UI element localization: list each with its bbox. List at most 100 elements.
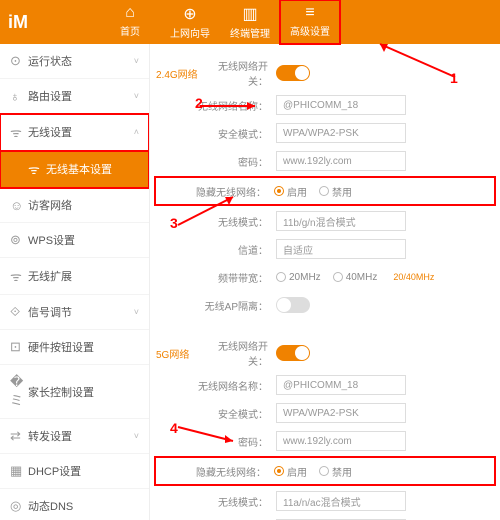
sidebar-icon: ᯤ bbox=[10, 267, 28, 285]
globe-icon: ⊕ bbox=[160, 4, 220, 24]
radio-dot-icon bbox=[276, 272, 286, 282]
chevron-icon: ˅ bbox=[134, 307, 139, 317]
nav-terminals[interactable]: ▥ 终端管理 bbox=[220, 0, 280, 44]
nav-wizard[interactable]: ⊕ 上网向导 bbox=[160, 0, 220, 44]
input-password-5g[interactable] bbox=[276, 431, 406, 451]
sidebar-label: 路由设置 bbox=[28, 88, 72, 104]
annotation-3: 3 bbox=[170, 215, 178, 231]
radio-dot-icon bbox=[333, 272, 343, 282]
label-mode: 无线模式： bbox=[156, 494, 276, 509]
bandwidth-note: 20/40MHz bbox=[393, 272, 434, 282]
select-mode-24g[interactable] bbox=[276, 211, 406, 231]
radio-disable-5g[interactable]: 禁用 bbox=[319, 464, 352, 479]
nav-home[interactable]: ⌂ 首页 bbox=[100, 0, 160, 44]
sidebar-item[interactable]: ⊙运行状态 ˅ bbox=[0, 44, 149, 79]
brand-logo: iM bbox=[0, 12, 50, 33]
sidebar-icon: ▦ bbox=[10, 463, 28, 479]
sidebar-label: 信号调节 bbox=[28, 304, 72, 320]
sidebar: ⊙运行状态˅♁路由设置˅ᯤ无线设置˄ᯤ无线基本设置☺访客网络⊚WPS设置ᯤ无线扩… bbox=[0, 44, 150, 520]
sidebar-item[interactable]: ᯤ无线设置˄ bbox=[0, 114, 149, 151]
sidebar-label: 运行状态 bbox=[28, 53, 72, 69]
radio-dot-icon bbox=[274, 466, 284, 476]
arrow-1 bbox=[370, 42, 460, 82]
sidebar-label: 动态DNS bbox=[28, 498, 73, 514]
sidebar-item[interactable]: �ミ家长控制设置 bbox=[0, 365, 149, 419]
input-ssid-5g[interactable] bbox=[276, 375, 406, 395]
section-title-5g: 5G网络 bbox=[156, 346, 206, 361]
sidebar-icon: ☺ bbox=[10, 198, 28, 213]
radio-40mhz[interactable]: 40MHz bbox=[333, 272, 378, 283]
sidebar-item[interactable]: ⟐信号调节 ˅ bbox=[0, 295, 149, 330]
sidebar-item[interactable]: ⊡硬件按钮设置 bbox=[0, 330, 149, 365]
radio-disable-24g[interactable]: 禁用 bbox=[319, 184, 352, 199]
sidebar-icon: ⊡ bbox=[10, 339, 28, 355]
sidebar-label: 无线基本设置 bbox=[46, 161, 112, 177]
label-channel: 信道： bbox=[156, 242, 276, 257]
sidebar-label: 硬件按钮设置 bbox=[28, 339, 94, 355]
sidebar-icon: ◎ bbox=[10, 498, 28, 514]
nav-advanced[interactable]: ≡ 高级设置 bbox=[280, 0, 340, 44]
nav-label: 高级设置 bbox=[290, 27, 330, 38]
sidebar-label: 家长控制设置 bbox=[28, 384, 94, 400]
select-security-5g[interactable] bbox=[276, 403, 406, 423]
radio-dot-icon bbox=[319, 466, 329, 476]
sidebar-icon: ᯤ bbox=[28, 160, 46, 178]
sidebar-icon: ♁ bbox=[10, 89, 28, 104]
radio-dot-icon bbox=[274, 186, 284, 196]
top-nav: ⌂ 首页 ⊕ 上网向导 ▥ 终端管理 ≡ 高级设置 bbox=[100, 0, 340, 44]
toggle-isolation[interactable] bbox=[276, 297, 310, 313]
nav-label: 上网向导 bbox=[170, 29, 210, 40]
select-mode-5g[interactable] bbox=[276, 491, 406, 511]
sidebar-item[interactable]: ▦DHCP设置 bbox=[0, 454, 149, 489]
sidebar-icon: ⊚ bbox=[10, 232, 28, 248]
select-channel-24g[interactable] bbox=[276, 239, 406, 259]
label-hide: 隐藏无线网络： bbox=[158, 464, 274, 479]
sidebar-item[interactable]: ◎动态DNS bbox=[0, 489, 149, 520]
hide-network-row-5g: 隐藏无线网络： 启用 禁用 bbox=[156, 458, 494, 484]
sidebar-label: WPS设置 bbox=[28, 232, 75, 248]
arrow-4 bbox=[178, 425, 238, 445]
radio-enable-5g[interactable]: 启用 bbox=[274, 464, 307, 479]
sidebar-icon: �ミ bbox=[10, 374, 28, 409]
sidebar-label: DHCP设置 bbox=[28, 463, 81, 479]
chevron-icon: ˅ bbox=[134, 56, 139, 66]
toggle-24g[interactable] bbox=[276, 65, 310, 81]
sidebar-label: 转发设置 bbox=[28, 428, 72, 444]
sidebar-icon: ᯤ bbox=[10, 123, 28, 141]
input-ssid-24g[interactable] bbox=[276, 95, 406, 115]
sidebar-item[interactable]: ⇄转发设置 ˅ bbox=[0, 419, 149, 454]
devices-icon: ▥ bbox=[220, 4, 280, 24]
sidebar-item[interactable]: ᯤ无线扩展 bbox=[0, 258, 149, 295]
sliders-icon: ≡ bbox=[280, 4, 340, 22]
toggle-5g[interactable] bbox=[276, 345, 310, 361]
radio-20mhz[interactable]: 20MHz bbox=[276, 272, 321, 283]
sidebar-item[interactable]: ♁路由设置 ˅ bbox=[0, 79, 149, 114]
arrow-2 bbox=[200, 100, 260, 112]
sidebar-label: 访客网络 bbox=[28, 197, 72, 213]
label-ssid: 无线网络名称： bbox=[156, 378, 276, 393]
nav-label: 首页 bbox=[120, 27, 140, 38]
section-title-24g: 2.4G网络 bbox=[156, 66, 206, 81]
chevron-icon: ˅ bbox=[134, 431, 139, 441]
chevron-icon: ˅ bbox=[134, 91, 139, 101]
label-bandwidth: 频带带宽： bbox=[156, 270, 276, 285]
sidebar-icon: ⊙ bbox=[10, 53, 28, 69]
sidebar-icon: ⟐ bbox=[10, 304, 28, 320]
radio-enable-24g[interactable]: 启用 bbox=[274, 184, 307, 199]
radio-dot-icon bbox=[319, 186, 329, 196]
sidebar-label: 无线扩展 bbox=[28, 268, 72, 284]
chevron-icon: ˄ bbox=[134, 127, 139, 137]
home-icon: ⌂ bbox=[100, 4, 160, 22]
label-isolation: 无线AP隔离： bbox=[156, 298, 276, 313]
select-security-24g[interactable] bbox=[276, 123, 406, 143]
sidebar-item[interactable]: ☺访客网络 bbox=[0, 188, 149, 223]
input-password-24g[interactable] bbox=[276, 151, 406, 171]
nav-label: 终端管理 bbox=[230, 29, 270, 40]
label-security: 安全模式： bbox=[156, 406, 276, 421]
label-switch: 无线网络开关： bbox=[206, 338, 276, 368]
sidebar-icon: ⇄ bbox=[10, 428, 28, 444]
sidebar-item[interactable]: ⊚WPS设置 bbox=[0, 223, 149, 258]
label-password: 密码： bbox=[156, 154, 276, 169]
sidebar-item[interactable]: ᯤ无线基本设置 bbox=[0, 151, 149, 188]
arrow-3 bbox=[178, 195, 238, 230]
